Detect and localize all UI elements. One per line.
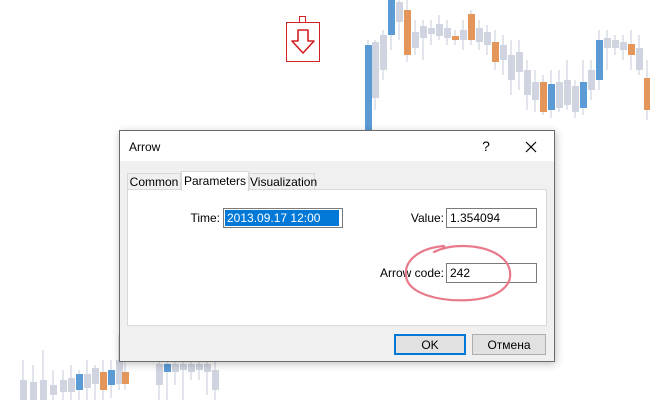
candle-body (50, 385, 57, 395)
candle-body (508, 55, 515, 80)
candle-body (388, 0, 395, 35)
candle-body (156, 364, 163, 385)
candle-body (188, 364, 195, 372)
candle-body (212, 370, 219, 390)
candle-body (580, 82, 587, 108)
candle-body (564, 80, 571, 105)
arrow-code-label: Arrow code: (379, 266, 444, 280)
candle-body (500, 45, 507, 60)
candle-body (204, 364, 211, 372)
candle-body (612, 40, 619, 48)
dialog-titlebar[interactable]: Arrow ? (120, 131, 554, 161)
candle-body (524, 70, 531, 95)
arrow-code-input[interactable] (446, 263, 537, 283)
candle-body (620, 42, 627, 50)
ok-button[interactable]: OK (394, 334, 466, 355)
candle-body (412, 32, 419, 48)
close-button[interactable] (508, 131, 554, 161)
candle-body (452, 36, 459, 40)
value-input[interactable] (446, 208, 537, 228)
candle-body (404, 10, 411, 55)
candle-body (108, 370, 115, 385)
candle-body (644, 78, 650, 110)
parameters-panel: Time: Value: Arrow code: (127, 189, 547, 326)
candle-body (484, 32, 491, 45)
candle-body (172, 364, 179, 372)
candle-body (516, 52, 523, 72)
dialog-title: Arrow (129, 140, 161, 154)
candle-body (532, 82, 539, 100)
candle-body (636, 48, 643, 70)
candle-body (476, 28, 483, 42)
close-icon (525, 141, 537, 153)
candle-body (628, 44, 635, 55)
candle-body (420, 26, 427, 38)
candle-body (588, 70, 595, 90)
candle-body (20, 380, 27, 400)
candle-body (122, 372, 129, 384)
candle-body (460, 30, 467, 40)
candle-body (372, 42, 379, 98)
candle-body (468, 14, 475, 40)
candle-body (444, 28, 451, 38)
candle-body (572, 86, 579, 112)
candle-body (396, 2, 403, 22)
value-label: Value: (410, 211, 444, 225)
candle-body (68, 378, 75, 392)
tab-common[interactable]: Common (127, 173, 181, 189)
candle-body (436, 24, 443, 36)
candle-body (60, 380, 67, 392)
candle-body (596, 40, 603, 80)
candle-body (164, 364, 171, 372)
candle-body (100, 372, 107, 390)
candle-body (548, 84, 555, 110)
help-button[interactable]: ? (463, 131, 509, 161)
candle-body (116, 360, 123, 384)
candle-body (428, 28, 435, 34)
arrow-properties-dialog: Arrow ? Common Parameters Visualization … (119, 130, 555, 362)
candle-body (604, 38, 611, 48)
candle-body (556, 82, 563, 108)
candle-body (30, 382, 37, 400)
candle-body (40, 380, 47, 400)
tab-parameters[interactable]: Parameters (181, 171, 249, 191)
candle-body (380, 35, 387, 70)
candle-body (92, 368, 99, 384)
candle-body (492, 42, 499, 62)
time-label: Time: (190, 211, 220, 225)
candle-body (180, 364, 187, 370)
candle-body (76, 374, 83, 390)
candle-body (84, 374, 91, 388)
cancel-button[interactable]: Отмена (472, 334, 546, 355)
candle-body (196, 364, 203, 370)
candle-body (540, 82, 547, 112)
tab-visualization[interactable]: Visualization (249, 173, 317, 189)
arrow-down-icon[interactable] (286, 16, 320, 62)
time-input[interactable] (223, 208, 343, 228)
